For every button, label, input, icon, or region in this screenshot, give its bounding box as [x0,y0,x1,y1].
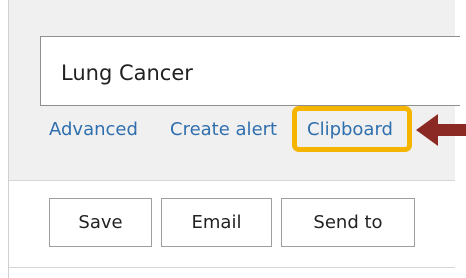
save-button[interactable]: Save [49,198,152,247]
bottom-divider [9,267,455,268]
email-button[interactable]: Email [161,198,272,247]
search-query-text: Lung Cancer [61,61,193,85]
pointer-arrow-icon [416,114,466,146]
create-alert-link[interactable]: Create alert [170,120,277,140]
clipboard-highlight-box [292,106,412,152]
advanced-link[interactable]: Advanced [49,120,138,140]
search-input[interactable]: Lung Cancer [40,36,460,106]
send-to-button[interactable]: Send to [281,198,415,247]
left-frame-border [0,0,9,278]
